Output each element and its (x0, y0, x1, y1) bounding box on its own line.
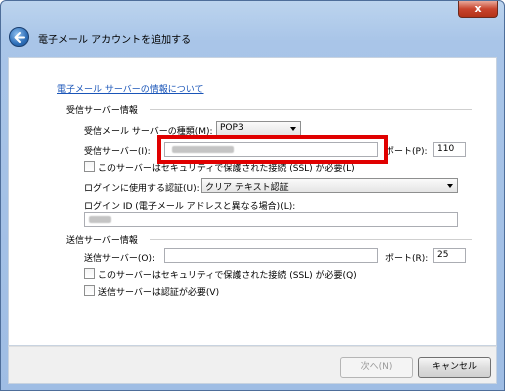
outgoing-ssl-label: このサーバーはセキュリティで保護された接続 (SSL) が必要(Q) (98, 271, 357, 281)
outgoing-separator (150, 239, 472, 240)
login-id-input[interactable] (84, 212, 458, 227)
incoming-port-label: ポート(P): (385, 147, 428, 157)
outgoing-server-label: 送信サーバー(O): (84, 254, 156, 264)
chevron-down-icon (290, 127, 296, 131)
cancel-button[interactable]: キャンセル (418, 357, 491, 378)
incoming-port-input[interactable]: 110 (433, 142, 466, 157)
outgoing-auth-label: 送信サーバーは認証が必要(V) (98, 288, 220, 298)
close-button[interactable]: x (458, 1, 498, 18)
redacted-text (89, 216, 111, 223)
auth-method-select[interactable]: クリア テキスト認証 (201, 178, 458, 193)
auth-method-value: クリア テキスト認証 (205, 183, 289, 193)
incoming-server-label: 受信サーバー(I): (84, 147, 151, 157)
next-button[interactable]: 次へ(N) (340, 357, 413, 378)
server-info-link[interactable]: 電子メール サーバーの情報について (57, 82, 204, 95)
outgoing-port-input[interactable]: 25 (433, 248, 466, 263)
back-arrow-icon (14, 32, 25, 43)
incoming-section-title: 受信サーバー情報 (66, 106, 138, 116)
outgoing-ssl-checkbox[interactable] (84, 268, 95, 279)
login-id-label: ログイン ID (電子メール アドレスと異なる場合)(L): (84, 202, 296, 212)
chevron-down-icon (447, 184, 453, 188)
incoming-ssl-checkbox[interactable] (84, 161, 95, 172)
outgoing-section-title: 送信サーバー情報 (66, 236, 138, 246)
outgoing-auth-checkbox[interactable] (84, 285, 95, 296)
back-button[interactable] (9, 27, 29, 47)
incoming-type-value: POP3 (220, 123, 244, 133)
highlight-box (157, 135, 388, 164)
incoming-separator (150, 109, 472, 110)
window-title: 電子メール アカウントを追加する (38, 35, 192, 46)
incoming-type-select[interactable]: POP3 (216, 121, 301, 136)
outgoing-server-input[interactable] (164, 248, 378, 263)
outgoing-port-label: ポート(R): (385, 254, 429, 264)
auth-method-label: ログインに使用する認証(U): (84, 184, 200, 194)
